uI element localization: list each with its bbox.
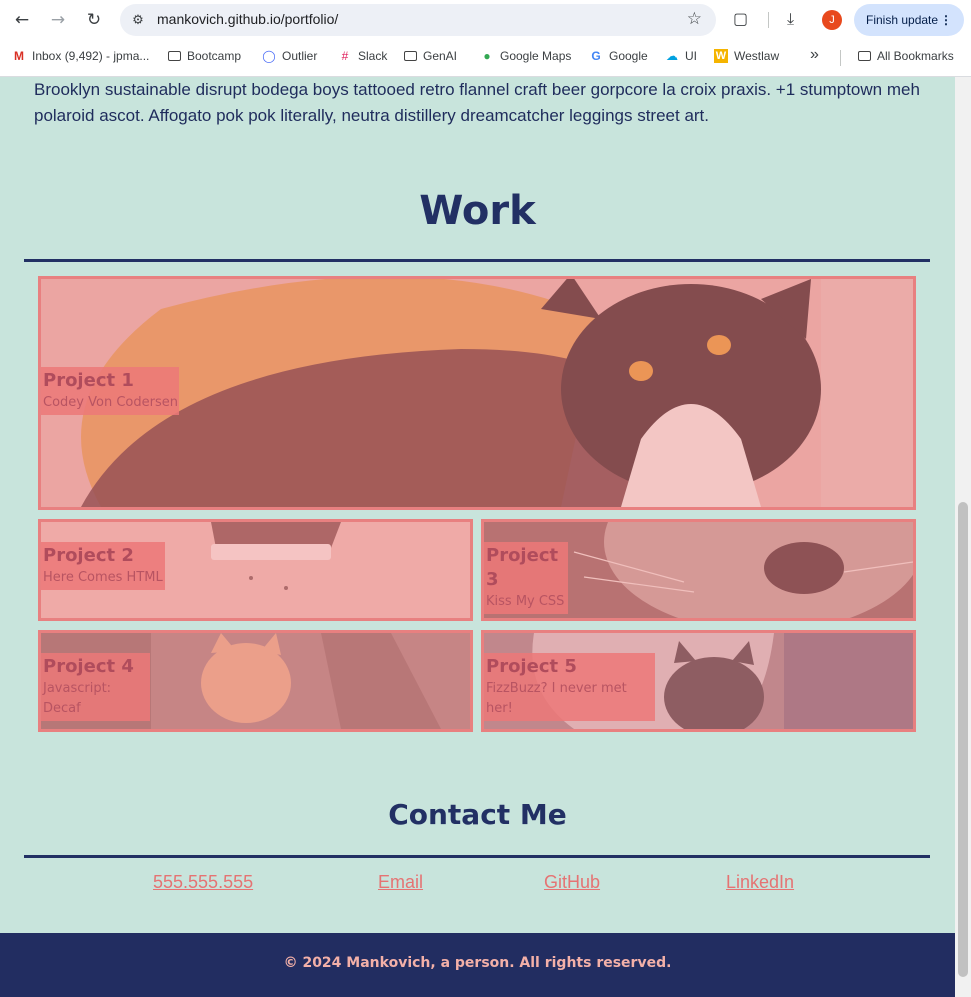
download-icon[interactable]: ⤓ bbox=[787, 9, 794, 29]
site-info-icon[interactable]: ⚙ bbox=[129, 11, 147, 29]
bookmark-slack[interactable]: # Slack bbox=[338, 49, 388, 63]
chevron-double-right-icon: » bbox=[810, 46, 819, 63]
outlier-icon: ◯ bbox=[262, 49, 276, 63]
project-card-5[interactable]: Project 5 FizzBuzz? I never met her! bbox=[481, 630, 916, 732]
project-name: Project 1 bbox=[43, 370, 134, 391]
finish-update-label: Finish update bbox=[866, 13, 939, 27]
github-link[interactable]: GitHub bbox=[544, 872, 600, 893]
bookmark-label: Outlier bbox=[282, 49, 318, 63]
bookmark-inbox[interactable]: M Inbox (9,492) - jpma... bbox=[12, 49, 149, 63]
bookmark-label: Google Maps bbox=[500, 49, 572, 63]
project-name: Project 5 bbox=[486, 656, 577, 677]
toolbar-divider bbox=[768, 12, 769, 28]
intro-paragraph: Brooklyn sustainable disrupt bodega boys… bbox=[34, 80, 920, 125]
copyright-text: © 2024 Mankovich, a person. All rights r… bbox=[283, 955, 672, 971]
all-bookmarks-button[interactable]: All Bookmarks bbox=[858, 49, 954, 63]
all-bookmarks-label: All Bookmarks bbox=[877, 49, 954, 63]
maps-icon: ● bbox=[483, 49, 491, 63]
menu-kebab-icon[interactable]: ⋮ bbox=[940, 4, 952, 36]
url-text: mankovich.github.io/portfolio/ bbox=[157, 11, 339, 27]
browser-toolbar: ← → ↻ ⚙ mankovich.github.io/portfolio/ ☆… bbox=[0, 0, 971, 40]
bookmark-star-icon[interactable]: ☆ bbox=[687, 9, 702, 29]
google-icon: G bbox=[591, 49, 601, 63]
bookmark-label: UI bbox=[685, 49, 697, 63]
address-bar[interactable]: ⚙ mankovich.github.io/portfolio/ ☆ bbox=[120, 4, 716, 36]
phone-link[interactable]: 555.555.555 bbox=[153, 872, 253, 893]
project-name: Project 2 bbox=[43, 545, 134, 566]
bookmark-google-maps[interactable]: ● Google Maps bbox=[480, 49, 571, 63]
page-scrollbar[interactable] bbox=[955, 77, 971, 997]
project-name: Project 3 bbox=[486, 545, 559, 590]
work-divider bbox=[24, 259, 930, 262]
folder-icon bbox=[404, 51, 417, 61]
project-card-1[interactable]: Project 1 Codey Von Codersen bbox=[38, 276, 916, 510]
project-3-label: Project 3 Kiss My CSS bbox=[484, 542, 568, 614]
email-link[interactable]: Email bbox=[378, 872, 423, 893]
extensions-icon[interactable]: ▢ bbox=[733, 9, 748, 28]
project-desc: Codey Von Codersen bbox=[43, 395, 178, 410]
project-name: Project 4 bbox=[43, 656, 134, 677]
bookmark-label: GenAI bbox=[423, 49, 458, 63]
bookmarks-bar: M Inbox (9,492) - jpma... Bootcamp ◯ Out… bbox=[0, 40, 971, 77]
project-2-label: Project 2 Here Comes HTML bbox=[41, 542, 165, 590]
project-4-label: Project 4 Javascript: Decaf bbox=[41, 653, 150, 721]
more-bookmarks-button[interactable]: » bbox=[810, 46, 819, 64]
contact-heading: Contact Me bbox=[388, 798, 567, 831]
back-icon[interactable]: ← bbox=[10, 8, 34, 32]
reload-icon[interactable]: ↻ bbox=[82, 8, 106, 32]
contact-divider bbox=[24, 855, 930, 858]
project-desc: FizzBuzz? I never met her! bbox=[486, 681, 627, 716]
contact-links: 555.555.555 Email GitHub LinkedIn bbox=[0, 872, 955, 902]
bookmark-label: Slack bbox=[358, 49, 388, 63]
project-card-4[interactable]: Project 4 Javascript: Decaf bbox=[38, 630, 473, 732]
page-content: Brooklyn sustainable disrupt bodega boys… bbox=[0, 77, 955, 997]
bookmark-bootcamp[interactable]: Bootcamp bbox=[168, 49, 241, 63]
project-desc: Here Comes HTML bbox=[43, 570, 163, 585]
bookmark-outlier[interactable]: ◯ Outlier bbox=[262, 49, 317, 63]
bookmark-ui[interactable]: ☁ UI bbox=[665, 49, 697, 63]
forward-icon[interactable]: → bbox=[46, 8, 70, 32]
bookmark-google[interactable]: G Google bbox=[589, 49, 648, 63]
folder-icon bbox=[858, 51, 871, 61]
bookmark-label: Inbox (9,492) - jpma... bbox=[32, 49, 150, 63]
slack-icon: # bbox=[341, 49, 349, 63]
bookmark-label: Google bbox=[609, 49, 648, 63]
linkedin-link[interactable]: LinkedIn bbox=[726, 872, 794, 893]
project-card-3[interactable]: Project 3 Kiss My CSS bbox=[481, 519, 916, 621]
profile-avatar[interactable]: J bbox=[822, 10, 842, 30]
project-1-label: Project 1 Codey Von Codersen bbox=[41, 367, 179, 415]
bookmark-westlaw[interactable]: W Westlaw bbox=[714, 49, 779, 63]
bookmark-label: Westlaw bbox=[734, 49, 780, 63]
scrollbar-thumb[interactable] bbox=[958, 502, 968, 977]
work-heading: Work bbox=[419, 188, 536, 234]
gmail-icon: M bbox=[14, 49, 24, 63]
bookmark-genai[interactable]: GenAI bbox=[404, 49, 457, 63]
bookmark-label: Bootcamp bbox=[187, 49, 242, 63]
bookmarks-divider bbox=[840, 50, 841, 66]
westlaw-icon: W bbox=[714, 49, 728, 63]
project-5-label: Project 5 FizzBuzz? I never met her! bbox=[484, 653, 655, 721]
page-footer: © 2024 Mankovich, a person. All rights r… bbox=[0, 933, 955, 997]
folder-icon bbox=[168, 51, 181, 61]
finish-update-button[interactable]: Finish update ⋮ bbox=[854, 4, 964, 36]
project-desc: Javascript: Decaf bbox=[43, 681, 112, 716]
project-card-2[interactable]: Project 2 Here Comes HTML bbox=[38, 519, 473, 621]
project-desc: Kiss My CSS bbox=[486, 594, 565, 609]
salesforce-icon: ☁ bbox=[666, 49, 678, 63]
